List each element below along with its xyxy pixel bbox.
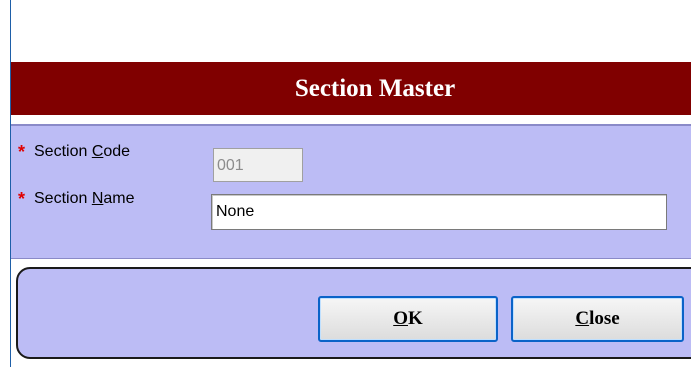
section-code-input[interactable]: 001 (213, 148, 303, 182)
close-button-access-key: C (575, 308, 590, 329)
ok-button[interactable]: OK (318, 296, 498, 342)
title-separator (11, 115, 691, 124)
ok-button-label: K (408, 308, 423, 329)
section-code-label-post: ode (103, 143, 131, 160)
section-name-label-post: ame (103, 190, 135, 207)
dialog-title: Section Master (294, 74, 456, 102)
section-name-input[interactable]: None (211, 194, 667, 230)
section-name-label-access-key: N (91, 190, 104, 207)
ok-button-access-key: O (393, 308, 408, 329)
title-bar: Section Master (11, 62, 691, 115)
section-code-row: * Section Code (18, 143, 212, 161)
required-marker-icon: * (18, 142, 26, 162)
section-name-label: Section Name (34, 190, 212, 208)
section-name-row: * Section Name (18, 190, 212, 208)
section-master-window: Section Master * Section Code 001 * Sect… (0, 0, 691, 367)
section-code-label-access-key: C (91, 143, 104, 160)
section-code-label: Section Code (34, 143, 212, 161)
required-marker-icon: * (18, 189, 26, 209)
section-code-label-pre: Section (34, 143, 92, 160)
close-button-label: lose (589, 308, 620, 329)
section-name-label-pre: Section (34, 190, 92, 207)
close-button[interactable]: Close (511, 296, 684, 342)
